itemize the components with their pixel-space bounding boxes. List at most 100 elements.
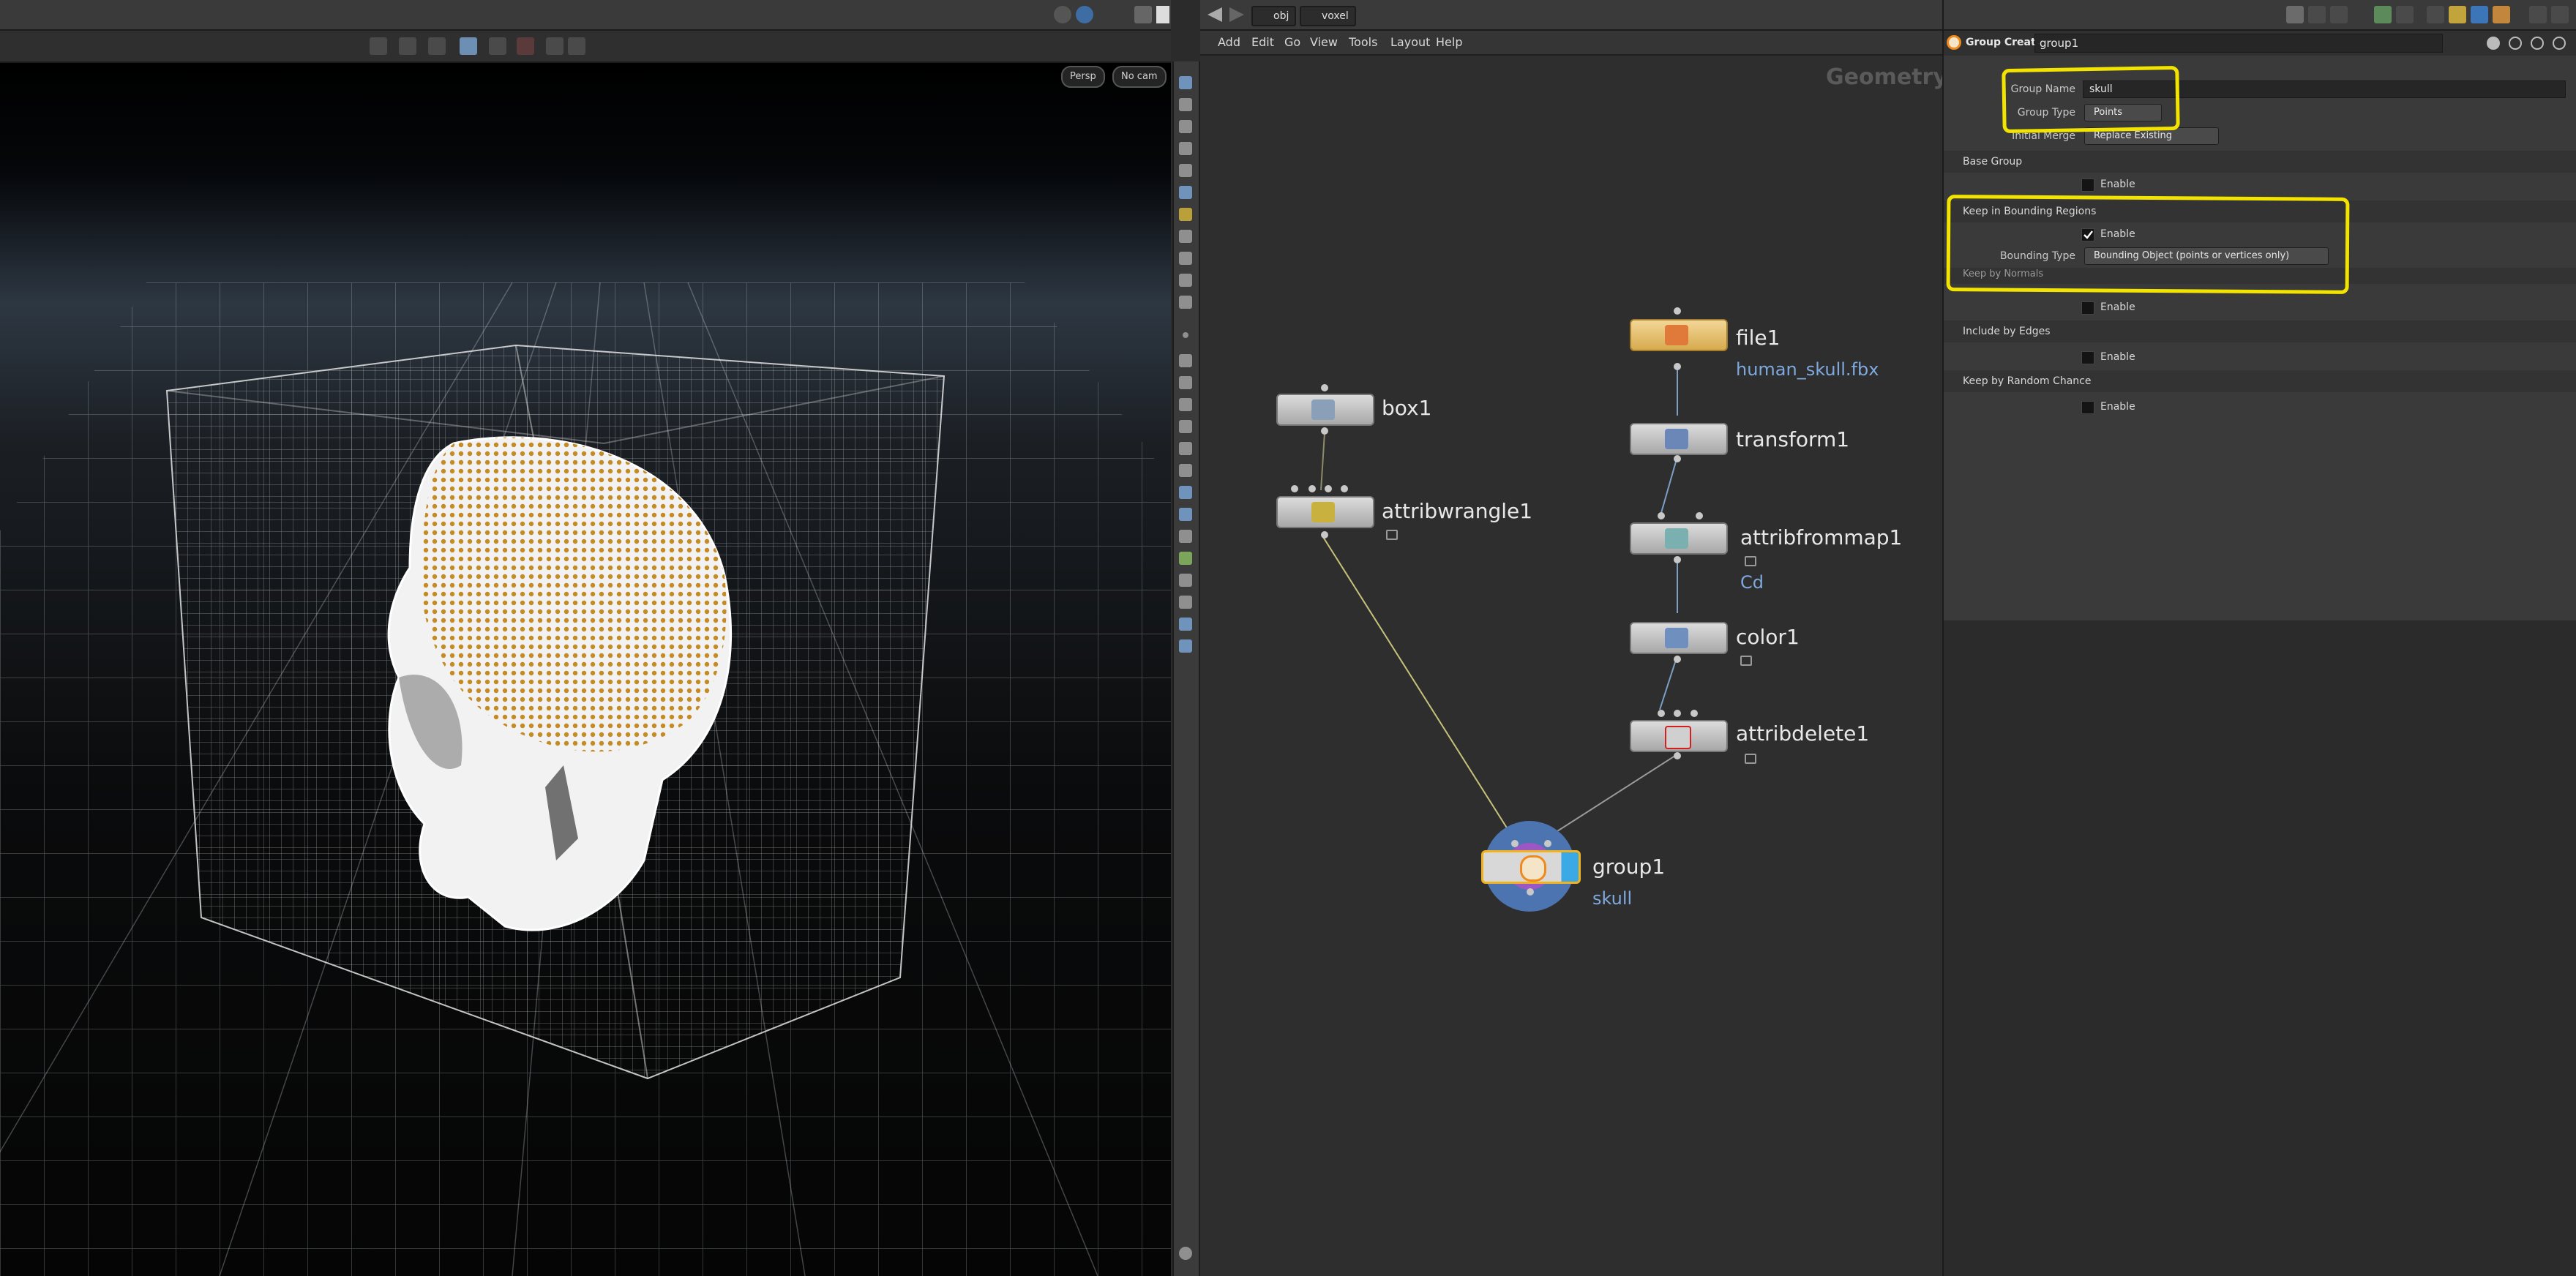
node-input-port[interactable] — [1544, 840, 1551, 847]
pin-icon[interactable] — [1054, 6, 1071, 23]
grid-view-icon[interactable] — [2396, 6, 2414, 23]
node-output-port[interactable] — [1674, 656, 1681, 663]
node-box1[interactable] — [1276, 394, 1374, 426]
lock-icon[interactable] — [1386, 530, 1398, 540]
menu-help[interactable]: Help — [1436, 35, 1462, 49]
node-input-port[interactable] — [1690, 710, 1698, 717]
display-icon[interactable] — [1179, 186, 1192, 199]
lock-icon[interactable] — [1745, 754, 1756, 764]
node-group1[interactable] — [1481, 850, 1581, 884]
section-base-group[interactable]: Base Group — [1944, 151, 2576, 173]
node-attribfrommap1[interactable] — [1630, 522, 1728, 555]
path-crumb-obj[interactable]: obj — [1251, 6, 1297, 26]
section-keep-by-random[interactable]: Keep by Random Chance — [1944, 370, 2576, 392]
normals-enable-checkbox[interactable] — [2081, 301, 2094, 315]
select-icon[interactable] — [370, 37, 387, 55]
node-input-port[interactable] — [1308, 485, 1316, 492]
transform-icon[interactable] — [1179, 574, 1192, 587]
list-view-icon[interactable] — [2330, 6, 2348, 23]
node-output-port[interactable] — [1527, 888, 1534, 896]
node-output-port[interactable] — [1674, 363, 1681, 370]
grid-icon[interactable] — [1179, 508, 1192, 521]
node-output-port[interactable] — [1674, 556, 1681, 563]
menu-edit[interactable]: Edit — [1251, 35, 1274, 49]
snap-grid-icon[interactable] — [1179, 252, 1192, 265]
tree-view-icon[interactable] — [2308, 6, 2326, 23]
point-display-icon[interactable] — [1183, 332, 1188, 338]
camera-menu[interactable]: No cam — [1112, 66, 1167, 88]
path-crumb-voxel[interactable]: voxel — [1300, 6, 1356, 26]
select-prim-icon[interactable] — [489, 37, 506, 55]
link-icon[interactable] — [1076, 6, 1093, 23]
stop-icon[interactable] — [1179, 596, 1192, 609]
node-name-field[interactable]: group1 — [2034, 34, 2443, 53]
edge-display-icon[interactable] — [1179, 354, 1192, 367]
camera-icon[interactable] — [1179, 142, 1192, 155]
help-icon[interactable] — [1179, 1247, 1192, 1260]
render-region-icon[interactable] — [1179, 618, 1192, 631]
network-view-icon[interactable] — [2427, 6, 2444, 23]
node-color1[interactable] — [1630, 622, 1728, 654]
menu-add[interactable]: Add — [1218, 35, 1240, 49]
help-icon[interactable] — [2553, 37, 2566, 50]
node-input-port[interactable] — [1321, 384, 1328, 391]
node-attribwrangle1[interactable] — [1276, 496, 1374, 528]
select-face-icon[interactable] — [460, 37, 477, 55]
ghost-icon[interactable] — [1179, 442, 1192, 455]
display-options-icon[interactable] — [1134, 6, 1152, 23]
node-attribdelete1[interactable] — [1630, 720, 1728, 752]
node-output-port[interactable] — [1674, 455, 1681, 462]
lock-icon[interactable] — [1745, 556, 1756, 566]
node-input-port[interactable] — [1511, 840, 1519, 847]
back-arrow-icon[interactable] — [1208, 7, 1222, 22]
gear-icon[interactable] — [568, 37, 585, 55]
lighting-icon[interactable] — [1179, 208, 1192, 221]
node-output-port[interactable] — [1321, 531, 1328, 538]
handle-tool-icon[interactable] — [1179, 98, 1192, 111]
lock-icon[interactable] — [1740, 656, 1752, 666]
shading-icon[interactable] — [1179, 230, 1192, 243]
template-icon[interactable] — [1179, 420, 1192, 433]
search-icon[interactable] — [2509, 37, 2522, 50]
menu-view[interactable]: View — [1310, 35, 1338, 49]
edges-enable-checkbox[interactable] — [2081, 351, 2094, 364]
node-output-port[interactable] — [1674, 752, 1681, 759]
menu-tools[interactable]: Tools — [1349, 35, 1377, 49]
network-canvas[interactable]: Geometry box1 attribwrangle1 file1 human… — [1200, 56, 1947, 1276]
node-input-port[interactable] — [1341, 485, 1348, 492]
camera-view-icon[interactable] — [1179, 639, 1192, 653]
scene-viewport[interactable]: Persp No cam — [0, 0, 1171, 1276]
base-group-enable-checkbox[interactable] — [2081, 179, 2094, 192]
gear-icon[interactable] — [2487, 37, 2500, 50]
snap-point-icon[interactable] — [1179, 296, 1192, 309]
pin-icon[interactable] — [2529, 6, 2547, 23]
node-input-port[interactable] — [1291, 485, 1298, 492]
view-mode-menu[interactable]: Persp — [1061, 66, 1105, 88]
node-input-port[interactable] — [1325, 485, 1332, 492]
settings-icon[interactable] — [546, 37, 564, 55]
forward-arrow-icon[interactable] — [1229, 7, 1244, 22]
node-input-port[interactable] — [1696, 512, 1703, 519]
color-palette-icon[interactable] — [2493, 6, 2510, 23]
select-tool-icon[interactable] — [1179, 76, 1192, 89]
visualizer-icon[interactable] — [1179, 530, 1192, 543]
info-icon[interactable] — [2531, 37, 2544, 50]
node-input-port[interactable] — [1674, 710, 1681, 717]
node-input-port[interactable] — [1658, 512, 1665, 519]
select-edge-icon[interactable] — [428, 37, 446, 55]
snap-prim-icon[interactable] — [1179, 274, 1192, 287]
particles-icon[interactable] — [1179, 552, 1192, 565]
node-transform1[interactable] — [1630, 423, 1728, 455]
bounding-icon[interactable] — [1179, 464, 1192, 477]
node-input-port[interactable] — [1674, 307, 1681, 315]
lock-icon[interactable] — [1179, 120, 1192, 133]
background-icon[interactable] — [1179, 486, 1192, 499]
image-icon[interactable] — [2471, 6, 2488, 23]
maximize-icon[interactable] — [1156, 6, 1169, 23]
palette-icon[interactable] — [2374, 6, 2392, 23]
node-input-port[interactable] — [1658, 710, 1665, 717]
light-icon[interactable] — [1179, 164, 1192, 177]
normal-display-icon[interactable] — [1179, 376, 1192, 389]
random-enable-checkbox[interactable] — [2081, 401, 2094, 414]
menu-go[interactable]: Go — [1284, 35, 1300, 49]
